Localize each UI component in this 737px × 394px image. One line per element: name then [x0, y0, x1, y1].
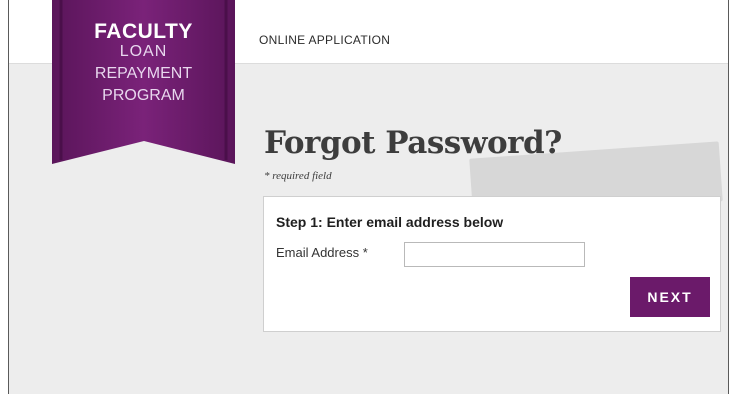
program-logo-ribbon[interactable]: FACULTY LOAN REPAYMENT PROGRAM: [52, 0, 235, 166]
page-frame: ONLINE APPLICATION FACULTY LOAN REPAYMEN…: [8, 0, 729, 394]
page-header-title: ONLINE APPLICATION: [259, 33, 391, 47]
email-field[interactable]: [404, 242, 585, 267]
logo-line-program: PROGRAM: [102, 87, 185, 104]
logo-line-repayment: REPAYMENT: [94, 65, 193, 82]
page-title: Forgot Password?: [264, 125, 562, 161]
logo-line-faculty: FACULTY: [94, 20, 193, 43]
required-field-note: * required field: [264, 170, 332, 182]
step-heading: Step 1: Enter email address below: [276, 214, 504, 230]
forgot-password-form: Step 1: Enter email address below Email …: [263, 196, 721, 332]
next-button[interactable]: NEXT: [630, 277, 710, 317]
logo-line-loan: LOAN: [119, 43, 168, 60]
email-label: Email Address *: [276, 245, 368, 260]
